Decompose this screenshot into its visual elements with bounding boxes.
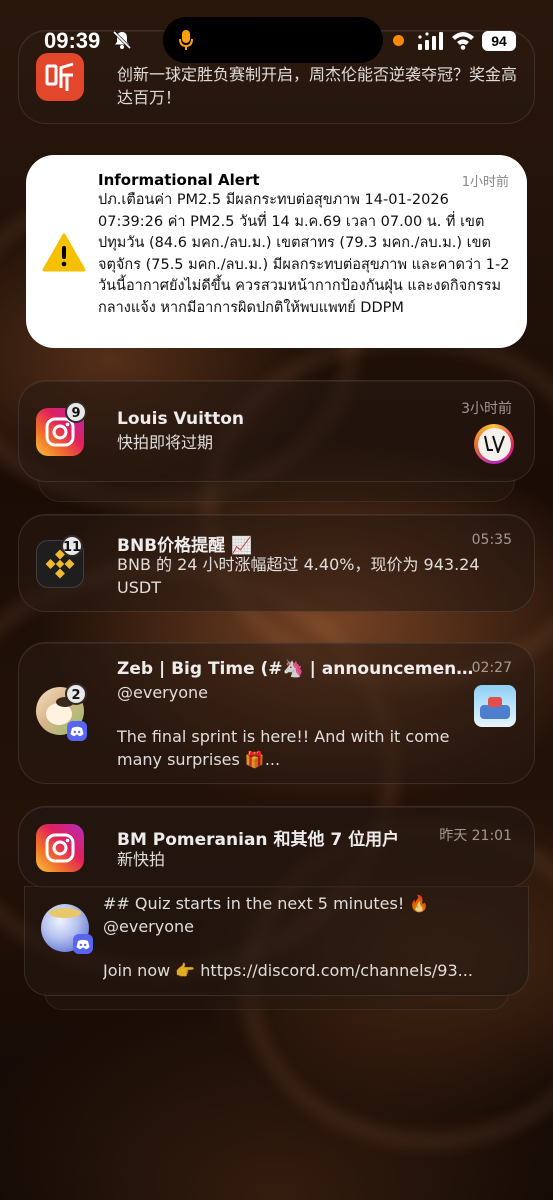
warning-icon	[42, 233, 86, 272]
notification-count-badge: 11	[61, 535, 84, 557]
notification-body: 新快拍	[117, 850, 166, 869]
notification-body: ## Quiz starts in the next 5 minutes! 🔥	[103, 894, 430, 913]
notification-time: 1小时前	[461, 175, 509, 190]
notification-title: Zeb | Big Time (#🦄 | announcement, ...	[117, 659, 477, 679]
notification-time: 3小时前	[461, 401, 512, 417]
privacy-dot-icon	[393, 35, 404, 46]
discord-icon	[67, 721, 87, 741]
notification-link: Join now 👉 https://discord.com/channels/…	[103, 961, 473, 980]
notification-body: 快拍即将过期	[117, 433, 214, 452]
notification-mention: @everyone	[117, 683, 208, 702]
notification-time: 02:27	[471, 660, 512, 676]
notification-mention: @everyone	[103, 917, 194, 936]
battery-icon: 94	[482, 31, 516, 51]
notification-body: ปภ.เตือนค่า PM2.5 มีผลกระทบต่อสุขภาพ 14-…	[98, 192, 510, 316]
notification-body: The final sprint is here!! And with it c…	[117, 727, 450, 769]
notification-title: BM Pomeranian 和其他 7 位用户	[117, 830, 400, 850]
attachment-thumbnail	[474, 685, 516, 727]
notification-instagram-louis-vuitton[interactable]: 9 Louis Vuitton 3小时前 快拍即将过期	[18, 380, 535, 482]
notification-discord-quiz[interactable]: ## Quiz starts in the next 5 minutes! 🔥 …	[24, 886, 529, 996]
mic-icon	[179, 30, 193, 50]
notification-binance[interactable]: 11 BNB价格提醒 📈 05:35 BNB 的 24 小时涨幅超过 4.40%…	[18, 514, 535, 612]
wifi-icon	[452, 32, 474, 50]
notification-count-badge: 9	[65, 401, 87, 423]
status-bar: 09:39 94	[0, 0, 553, 80]
notification-body: BNB 的 24 小时涨幅超过 4.40%，现价为 943.24 USDT	[117, 555, 480, 597]
dynamic-island[interactable]	[163, 17, 383, 63]
notification-count-badge: 2	[65, 683, 87, 705]
notification-discord-zeb[interactable]: 2 Zeb | Big Time (#🦄 | announcement, ...…	[18, 642, 535, 784]
notification-time: 05:35	[471, 532, 512, 548]
instagram-icon	[36, 824, 84, 872]
discord-icon	[73, 934, 93, 954]
notification-title: Louis Vuitton	[117, 409, 244, 429]
notification-time: 昨天 21:01	[439, 828, 512, 844]
notification-instagram-bm-pomeranian[interactable]: BM Pomeranian 和其他 7 位用户 昨天 21:01 新快拍	[18, 806, 535, 888]
lv-logo-icon	[484, 435, 505, 453]
mute-icon	[112, 30, 132, 50]
signal-icon	[418, 32, 443, 50]
clock: 09:39	[44, 28, 101, 53]
louis-vuitton-avatar	[474, 424, 514, 464]
notification-informational-alert[interactable]: Informational Alert 1小时前 ปภ.เตือนค่า PM2…	[26, 155, 527, 348]
notification-title: Informational Alert	[98, 171, 260, 189]
